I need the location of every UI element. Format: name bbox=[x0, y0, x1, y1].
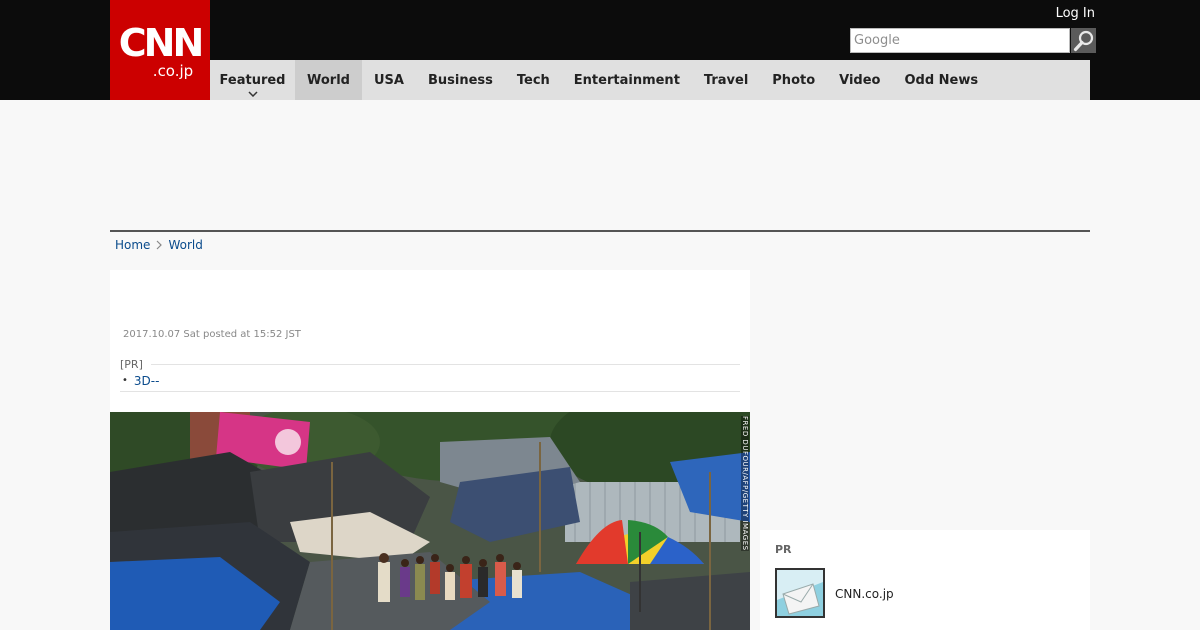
nav-entertainment[interactable]: Entertainment bbox=[562, 60, 692, 100]
breadcrumb: Home World bbox=[115, 238, 203, 252]
main-nav: Featured World USA Business Tech Enterta… bbox=[210, 60, 1090, 100]
section-divider bbox=[110, 230, 1090, 232]
nav-world[interactable]: World bbox=[295, 60, 362, 100]
nav-label: Entertainment bbox=[573, 72, 680, 88]
envelope-icon bbox=[777, 570, 823, 616]
nav-featured[interactable]: Featured bbox=[210, 60, 295, 100]
breadcrumb-home[interactable]: Home bbox=[115, 238, 150, 252]
nav-video[interactable]: Video bbox=[827, 60, 892, 100]
camp-photo-illustration bbox=[110, 412, 750, 630]
sidebar-pr-label: PR bbox=[775, 543, 792, 556]
post-date: 2017.10.07 Sat posted at 15:52 JST bbox=[123, 329, 301, 340]
nav-label: Odd News bbox=[904, 72, 979, 88]
chevron-down-icon bbox=[247, 91, 258, 97]
photo-credit: FRED DUFOUR/AFP/GETTY IMAGES bbox=[741, 416, 749, 551]
nav-label: Photo bbox=[772, 72, 816, 88]
nav-label: World bbox=[307, 72, 350, 88]
logo-text: CNN bbox=[118, 21, 204, 65]
nav-tech[interactable]: Tech bbox=[505, 60, 562, 100]
nav-usa[interactable]: USA bbox=[362, 60, 416, 100]
pr-thumbnail[interactable] bbox=[775, 568, 825, 618]
bullet-icon: • bbox=[122, 375, 128, 386]
nav-photo[interactable]: Photo bbox=[760, 60, 827, 100]
nav-label: Travel bbox=[703, 72, 749, 88]
article-photo: FRED DUFOUR/AFP/GETTY IMAGES bbox=[110, 412, 750, 630]
nav-label: Featured bbox=[219, 72, 286, 88]
cnn-logo[interactable]: CNN .co.jp bbox=[110, 0, 210, 100]
search-input[interactable] bbox=[850, 28, 1070, 53]
article-card: 2017.10.07 Sat posted at 15:52 JST [PR] … bbox=[110, 270, 750, 630]
nav-travel[interactable]: Travel bbox=[692, 60, 760, 100]
sidebar-pr: PR CNN.co.jp bbox=[760, 530, 1090, 630]
pr-item: • 3D-- bbox=[120, 372, 740, 392]
chevron-right-icon bbox=[157, 240, 163, 250]
nav-label: Tech bbox=[516, 72, 550, 88]
nav-label: Business bbox=[427, 72, 493, 88]
pr-heading: [PR] bbox=[120, 356, 740, 372]
divider bbox=[150, 363, 740, 365]
login-link[interactable]: Log In bbox=[1056, 6, 1095, 21]
pr-item-text[interactable]: CNN.co.jp bbox=[835, 587, 894, 601]
nav-odd-news[interactable]: Odd News bbox=[892, 60, 990, 100]
pr-block: [PR] • 3D-- bbox=[120, 356, 740, 392]
search-button[interactable] bbox=[1071, 28, 1096, 53]
breadcrumb-world[interactable]: World bbox=[168, 238, 202, 252]
nav-label: Video bbox=[839, 72, 881, 88]
nav-label: USA bbox=[373, 72, 404, 88]
nav-business[interactable]: Business bbox=[416, 60, 505, 100]
pr-link[interactable]: 3D-- bbox=[134, 374, 160, 388]
logo-domain: .co.jp bbox=[152, 62, 194, 80]
search-icon bbox=[1073, 30, 1093, 51]
pr-label: [PR] bbox=[120, 357, 143, 371]
